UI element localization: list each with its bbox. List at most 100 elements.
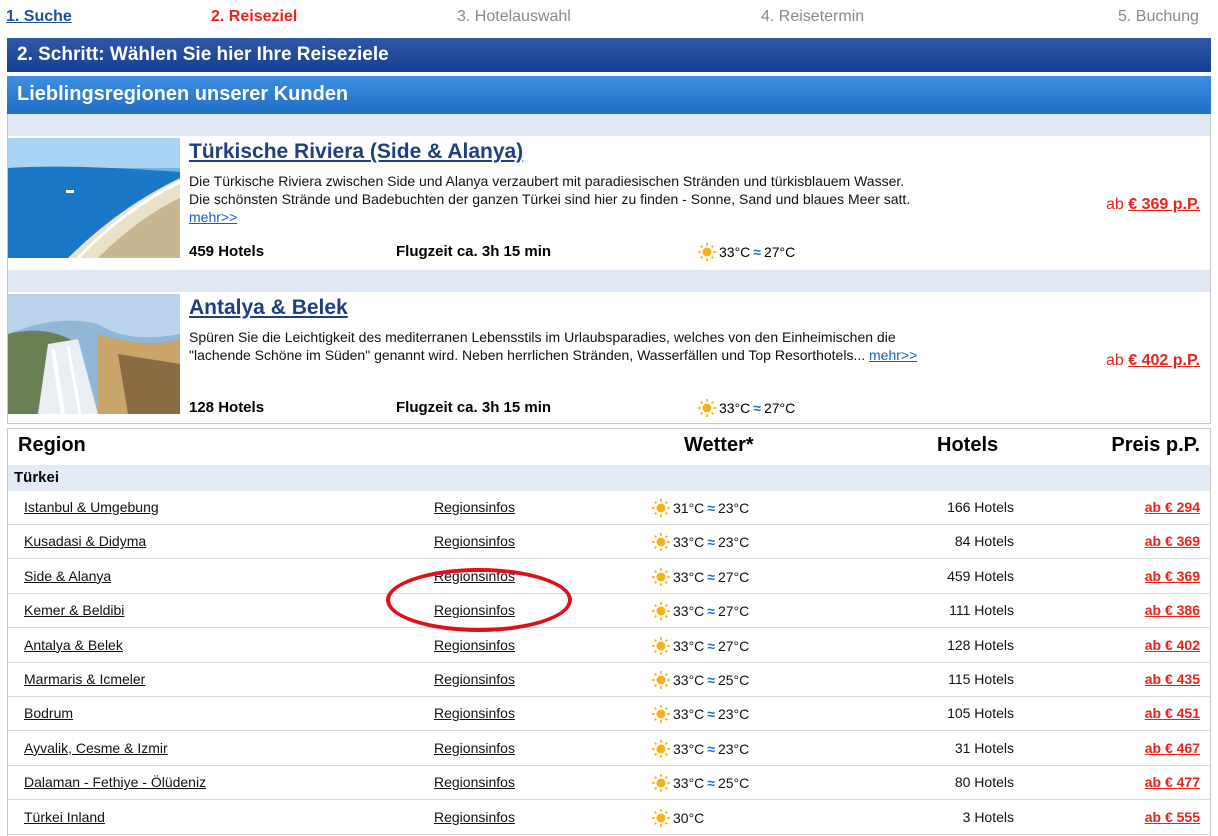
table-row: Dalaman - Fethiye - Ölüdeniz Regionsinfos… bbox=[8, 766, 1210, 801]
table-row: Kemer & Beldibi Regionsinfos 33°C ≈27°C 111 … bbox=[8, 594, 1210, 629]
region-link[interactable]: Marmaris & Icmeler bbox=[24, 671, 145, 687]
featured-hotel-count: 128 Hotels bbox=[189, 399, 265, 416]
water-temperature: 27°C bbox=[763, 244, 796, 260]
price-link[interactable]: € 369 p.P. bbox=[1128, 196, 1200, 213]
sun-icon bbox=[652, 636, 670, 655]
more-link[interactable]: mehr>> bbox=[869, 347, 917, 363]
region-link[interactable]: Kusadasi & Didyma bbox=[24, 533, 146, 549]
sun-icon bbox=[652, 533, 670, 552]
regionsinfos-link[interactable]: Regionsinfos bbox=[434, 809, 515, 825]
table-row: Ayvalik, Cesme & Izmir Regionsinfos 33°C ≈2… bbox=[8, 732, 1210, 766]
water-temperature: 23°C bbox=[717, 500, 750, 516]
table-row: Bodrum Regionsinfos 33°C ≈23°C 105 Hotels ab … bbox=[8, 697, 1210, 732]
price-link[interactable]: ab € 386 bbox=[1145, 602, 1200, 618]
weather-cell: 33°C ≈23°C bbox=[652, 705, 750, 724]
more-link[interactable]: mehr>> bbox=[189, 209, 237, 225]
waterfall-photo[interactable] bbox=[8, 294, 180, 414]
hotel-count: 3 Hotels bbox=[962, 808, 1014, 825]
price-link[interactable]: ab € 467 bbox=[1145, 740, 1200, 756]
price-link[interactable]: ab € 402 bbox=[1145, 637, 1200, 653]
table-row: Istanbul & Umgebung Regionsinfos 31°C ≈23°C… bbox=[8, 491, 1210, 525]
sun-icon bbox=[652, 739, 670, 758]
featured-description: Spüren Sie die Leichtigkeit des mediterr… bbox=[189, 328, 929, 364]
price-link[interactable]: ab € 477 bbox=[1145, 774, 1200, 790]
region-link[interactable]: Ayvalik, Cesme & Izmir bbox=[24, 740, 168, 756]
hotel-count: 111 Hotels bbox=[949, 602, 1014, 619]
step-suche[interactable]: 1. Suche bbox=[6, 8, 72, 26]
step-buchung: 5. Buchung bbox=[1118, 8, 1199, 25]
regionsinfos-link[interactable]: Regionsinfos bbox=[434, 705, 515, 721]
weather-cell: 33°C ≈25°C bbox=[652, 671, 749, 689]
regionsinfos-link[interactable]: Regionsinfos bbox=[434, 774, 515, 790]
air-temperature: 33°C bbox=[673, 637, 705, 654]
sun-icon bbox=[652, 499, 670, 517]
water-temperature: 27°C bbox=[763, 400, 796, 416]
featured-title[interactable]: Antalya & Belek bbox=[189, 296, 348, 320]
sun-icon bbox=[698, 243, 716, 261]
featured-title[interactable]: Türkische Riviera (Side & Alanya) bbox=[189, 140, 523, 164]
price-link[interactable]: ab € 294 bbox=[1145, 499, 1200, 515]
hotel-count: 84 Hotels bbox=[954, 533, 1014, 550]
regionsinfos-link[interactable]: Regionsinfos bbox=[434, 671, 515, 687]
wave-icon: ≈ bbox=[707, 706, 715, 723]
weather-cell: 33°C ≈27°C bbox=[652, 636, 749, 655]
regionsinfos-link[interactable]: Regionsinfos bbox=[434, 568, 515, 584]
price-link[interactable]: ab € 555 bbox=[1145, 809, 1200, 825]
water-temperature: 23°C bbox=[717, 706, 750, 723]
featured-regions: Türkische Riviera (Side & Alanya) Die Tü… bbox=[7, 114, 1211, 424]
price-link[interactable]: € 402 p.P. bbox=[1128, 352, 1200, 369]
featured-description-text: Spüren Sie die Leichtigkeit des mediterr… bbox=[189, 329, 896, 363]
featured-spacer bbox=[8, 270, 1210, 292]
regionsinfos-link[interactable]: Regionsinfos bbox=[434, 637, 515, 653]
region-link[interactable]: Istanbul & Umgebung bbox=[24, 499, 159, 515]
regionsinfos-link[interactable]: Regionsinfos bbox=[434, 740, 515, 756]
region-link[interactable]: Türkei Inland bbox=[24, 809, 105, 825]
wave-icon: ≈ bbox=[753, 400, 761, 416]
country-group-label: Türkei bbox=[8, 465, 1210, 491]
wave-icon: ≈ bbox=[707, 500, 715, 516]
wave-icon: ≈ bbox=[707, 740, 715, 757]
step-reiseziel: 2. Reiseziel bbox=[211, 8, 298, 25]
water-temperature: 23°C bbox=[717, 740, 750, 757]
water-temperature: 27°C bbox=[717, 568, 750, 585]
weather-cell: 33°C ≈23°C bbox=[652, 533, 749, 552]
air-temperature: 31°C bbox=[673, 500, 705, 516]
featured-hotel-count: 459 Hotels bbox=[189, 243, 265, 260]
page-title: 2. Schritt: Wählen Sie hier Ihre Reisezi… bbox=[7, 38, 1211, 72]
weather-cell: 31°C ≈23°C bbox=[652, 499, 749, 517]
air-temperature: 30°C bbox=[673, 809, 705, 826]
table-row: Antalya & Belek Regionsinfos 33°C ≈27°C 128 … bbox=[8, 629, 1210, 663]
beach-coast-photo[interactable] bbox=[8, 138, 180, 258]
price-link[interactable]: ab € 369 bbox=[1145, 533, 1200, 549]
region-link[interactable]: Side & Alanya bbox=[24, 568, 111, 584]
featured-description: Die Türkische Riviera zwischen Side und … bbox=[189, 172, 929, 226]
regionsinfos-link[interactable]: Regionsinfos bbox=[434, 533, 515, 549]
price-link[interactable]: ab € 369 bbox=[1145, 568, 1200, 584]
regionsinfos-link[interactable]: Regionsinfos bbox=[434, 602, 515, 618]
wave-icon: ≈ bbox=[753, 244, 761, 260]
table-header: Region Wetter* Hotels Preis p.P. bbox=[8, 429, 1210, 465]
featured-item: Türkische Riviera (Side & Alanya) Die Tü… bbox=[8, 136, 1210, 270]
header-region: Region bbox=[18, 434, 86, 456]
featured-flight-time: Flugzeit ca. 3h 15 min bbox=[396, 243, 552, 260]
hotel-count: 31 Hotels bbox=[954, 739, 1014, 756]
region-link[interactable]: Dalaman - Fethiye - Ölüdeniz bbox=[24, 774, 206, 790]
air-temperature: 33°C bbox=[673, 672, 705, 688]
air-temperature: 33°C bbox=[673, 775, 705, 792]
regionsinfos-link[interactable]: Regionsinfos bbox=[434, 499, 515, 515]
header-price: Preis p.P. bbox=[1111, 434, 1200, 456]
water-temperature: 27°C bbox=[717, 603, 750, 620]
hotel-count: 80 Hotels bbox=[954, 774, 1014, 791]
price-link[interactable]: ab € 435 bbox=[1145, 671, 1200, 687]
region-link[interactable]: Bodrum bbox=[24, 705, 73, 721]
air-temperature: 33°C bbox=[673, 740, 705, 757]
section-title: Lieblingsregionen unserer Kunden bbox=[7, 76, 1211, 114]
region-link[interactable]: Kemer & Beldibi bbox=[24, 602, 124, 618]
air-temperature: 33°C bbox=[719, 244, 751, 260]
price-prefix: ab bbox=[1105, 196, 1124, 213]
hotel-count: 105 Hotels bbox=[947, 705, 1014, 722]
featured-weather: 33°C ≈27°C bbox=[698, 399, 795, 417]
region-link[interactable]: Antalya & Belek bbox=[24, 637, 123, 653]
price-link[interactable]: ab € 451 bbox=[1145, 705, 1200, 721]
air-temperature: 33°C bbox=[673, 534, 705, 551]
